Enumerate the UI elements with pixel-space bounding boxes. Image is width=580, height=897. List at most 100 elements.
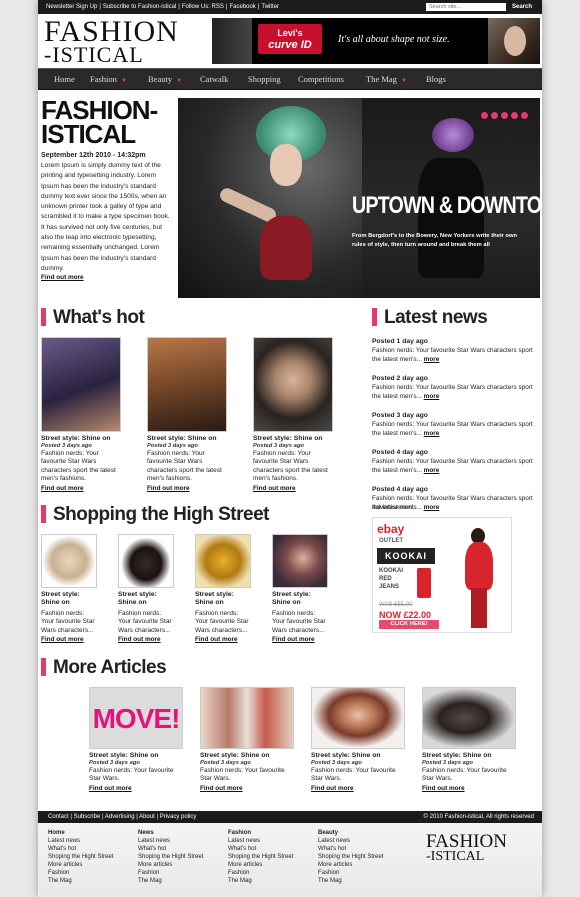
footer-link[interactable]: Shoping the Hight Street [48, 853, 113, 861]
subscribe-link[interactable]: Subscribe to Fashion-istical [103, 4, 176, 10]
footer-link[interactable]: Latest news [228, 837, 293, 845]
news-more-link[interactable]: more [424, 467, 440, 474]
card-title[interactable]: Street style: Shine on [200, 752, 294, 760]
nav-item-fashion[interactable]: Fashion ▼ [90, 69, 127, 89]
find-out-more-link[interactable]: Find out more [195, 636, 251, 643]
search-button[interactable]: Search [512, 2, 532, 12]
banner-ad[interactable]: Levi's curve ID It's all about shape not… [212, 18, 540, 64]
news-item[interactable]: Posted 4 day ago Fashion nerds: Your fav… [372, 448, 540, 475]
find-out-more-link[interactable]: Find out more [118, 636, 174, 643]
footer-link[interactable]: The Mag [48, 877, 113, 885]
footer-link[interactable]: More articles [138, 861, 203, 869]
footer-column-heading[interactable]: News [138, 829, 203, 837]
card-title[interactable]: Street style: Shine on [118, 591, 174, 607]
footer-link[interactable]: The Mag [318, 877, 383, 885]
news-more-link[interactable]: more [424, 430, 440, 437]
news-more-link[interactable]: more [424, 393, 440, 400]
footer-link[interactable]: More articles [318, 861, 383, 869]
card-title[interactable]: Street style: Shine on [272, 591, 328, 607]
search-input[interactable] [426, 3, 506, 11]
footer-link[interactable]: What's hot [318, 845, 383, 853]
footer-link-contact[interactable]: Contact [48, 814, 69, 820]
hero-find-out-more-link[interactable]: Find out more [41, 274, 175, 281]
slide-dot[interactable] [511, 112, 518, 119]
nav-item-blogs[interactable]: Blogs [426, 69, 446, 89]
footer-link-subscribe[interactable]: Subscribe [74, 814, 101, 820]
nav-item-competitions[interactable]: Competitions [298, 69, 344, 89]
footer-link[interactable]: The Mag [228, 877, 293, 885]
nav-item-home[interactable]: Home [54, 69, 75, 89]
find-out-more-link[interactable]: Find out more [147, 485, 227, 492]
whats-hot-card[interactable]: Street style: Shine on Posted 3 days ago… [41, 337, 121, 492]
card-title[interactable]: Street style: Shine on [311, 752, 405, 760]
nav-item-shopping[interactable]: Shopping [248, 69, 281, 89]
footer-link[interactable]: Latest news [138, 837, 203, 845]
find-out-more-link[interactable]: Find out more [422, 785, 516, 792]
slide-dot[interactable] [521, 112, 528, 119]
footer-column-heading[interactable]: Beauty [318, 829, 383, 837]
footer-link[interactable]: Fashion [228, 869, 293, 877]
hero-slideshow[interactable]: UPTOWN & DOWNTOWN From Bergdorf's to the… [178, 98, 540, 298]
footer-link[interactable]: Fashion [48, 869, 113, 877]
more-article-card[interactable]: Street style: Shine on Posted 3 days ago… [200, 687, 294, 792]
twitter-link[interactable]: Twitter [261, 4, 279, 10]
shopping-card[interactable]: Street style: Shine on Fashion nerds: Yo… [41, 534, 97, 643]
more-article-card[interactable]: MOVE! Street style: Shine on Posted 3 da… [89, 687, 183, 792]
card-title[interactable]: Street style: Shine on [422, 752, 516, 760]
shopping-card[interactable]: Street style: Shine on Fashion nerds: Yo… [272, 534, 328, 643]
rss-link[interactable]: Follow Us: RSS [182, 4, 224, 10]
hero-headline[interactable]: UPTOWN & DOWNTOWN [352, 192, 540, 220]
card-title[interactable]: Street style: Shine on [89, 752, 183, 760]
card-title[interactable]: Street style: Shine on [147, 435, 227, 443]
footer-link[interactable]: More articles [228, 861, 293, 869]
card-title[interactable]: Street style: Shine on [195, 591, 251, 607]
find-out-more-link[interactable]: Find out more [200, 785, 294, 792]
footer-link[interactable]: Fashion [318, 869, 383, 877]
more-article-card[interactable]: Street style: Shine on Posted 3 days ago… [311, 687, 405, 792]
footer-link[interactable]: Shoping the Hight Street [138, 853, 203, 861]
footer-link[interactable]: The Mag [138, 877, 203, 885]
footer-link-privacy[interactable]: Privacy policy [160, 814, 197, 820]
footer-logo[interactable]: FASHION -ISTICAL [426, 832, 507, 864]
news-item[interactable]: Posted 2 day ago Fashion nerds: Your fav… [372, 374, 540, 401]
facebook-link[interactable]: Facebook [229, 4, 255, 10]
slide-dot[interactable] [481, 112, 488, 119]
shopping-card[interactable]: Street style: Shine on Fashion nerds: Yo… [195, 534, 251, 643]
site-logo[interactable]: FASHION -ISTICAL [44, 17, 179, 66]
more-article-card[interactable]: Street style: Shine on Posted 3 days ago… [422, 687, 516, 792]
find-out-more-link[interactable]: Find out more [41, 636, 97, 643]
find-out-more-link[interactable]: Find out more [89, 785, 183, 792]
find-out-more-link[interactable]: Find out more [272, 636, 328, 643]
click-here-button[interactable]: CLICK HERE! [379, 620, 439, 629]
news-more-link[interactable]: more [424, 356, 440, 363]
card-title[interactable]: Street style: Shine on [41, 435, 121, 443]
find-out-more-link[interactable]: Find out more [311, 785, 405, 792]
footer-link[interactable]: What's hot [138, 845, 203, 853]
newsletter-link[interactable]: Newsletter Sign Up [46, 4, 97, 10]
kookai-advert[interactable]: ebay OUTLET KOOKAI KOOKAI RED JEANS WAS … [372, 517, 512, 633]
footer-link[interactable]: What's hot [228, 845, 293, 853]
footer-link[interactable]: More articles [48, 861, 113, 869]
news-item[interactable]: Posted 1 day ago Fashion nerds: Your fav… [372, 337, 540, 364]
slide-dot[interactable] [491, 112, 498, 119]
news-more-link[interactable]: more [424, 504, 440, 511]
footer-link[interactable]: What's hot [48, 845, 113, 853]
footer-link-about[interactable]: About [139, 814, 155, 820]
footer-column-heading[interactable]: Fashion [228, 829, 293, 837]
footer-link[interactable]: Latest news [48, 837, 113, 845]
slide-dot[interactable] [501, 112, 508, 119]
footer-column-heading[interactable]: Home [48, 829, 113, 837]
nav-item-catwalk[interactable]: Catwalk [200, 69, 228, 89]
shopping-card[interactable]: Street style: Shine on Fashion nerds: Yo… [118, 534, 174, 643]
footer-link[interactable]: Fashion [138, 869, 203, 877]
footer-link-advertising[interactable]: Advertising [105, 814, 135, 820]
find-out-more-link[interactable]: Find out more [253, 485, 333, 492]
find-out-more-link[interactable]: Find out more [41, 485, 121, 492]
card-title[interactable]: Street style: Shine on [41, 591, 97, 607]
nav-item-the-mag[interactable]: The Mag ▼ [366, 69, 407, 89]
footer-link[interactable]: Latest news [318, 837, 383, 845]
whats-hot-card[interactable]: Street style: Shine on Posted 3 days ago… [147, 337, 227, 492]
nav-item-beauty[interactable]: Beauty ▼ [148, 69, 182, 89]
news-item[interactable]: Posted 3 day ago Fashion nerds: Your fav… [372, 411, 540, 438]
footer-link[interactable]: Shoping the Hight Street [318, 853, 383, 861]
